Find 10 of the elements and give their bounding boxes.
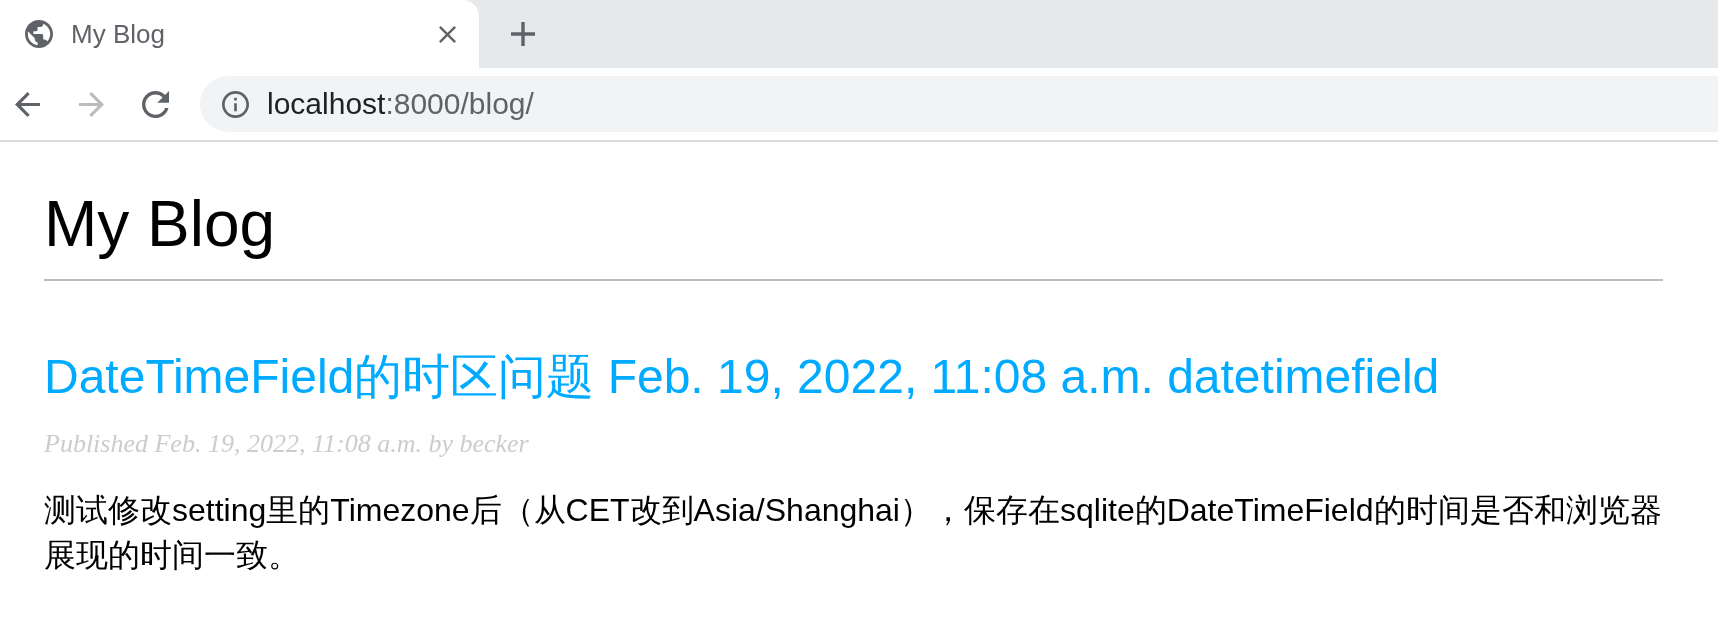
plus-icon[interactable] <box>511 22 535 46</box>
blog-title: My Blog <box>44 187 276 261</box>
close-icon[interactable] <box>439 25 456 43</box>
post-body: 测试修改setting里的Timezone后（从CET改到Asia/Shanghai），保存在sqlite的DateTimeField的时间是否和浏览器展现的时间一致。 <box>44 491 1663 575</box>
info-icon[interactable] <box>222 90 249 118</box>
address-bar[interactable]: localhost:8000/blog/ <box>200 76 1718 132</box>
back-arrow-icon[interactable] <box>15 91 40 117</box>
globe-icon <box>25 20 53 48</box>
browser-tab[interactable]: My Blog <box>0 0 479 68</box>
reload-icon[interactable] <box>142 90 169 118</box>
